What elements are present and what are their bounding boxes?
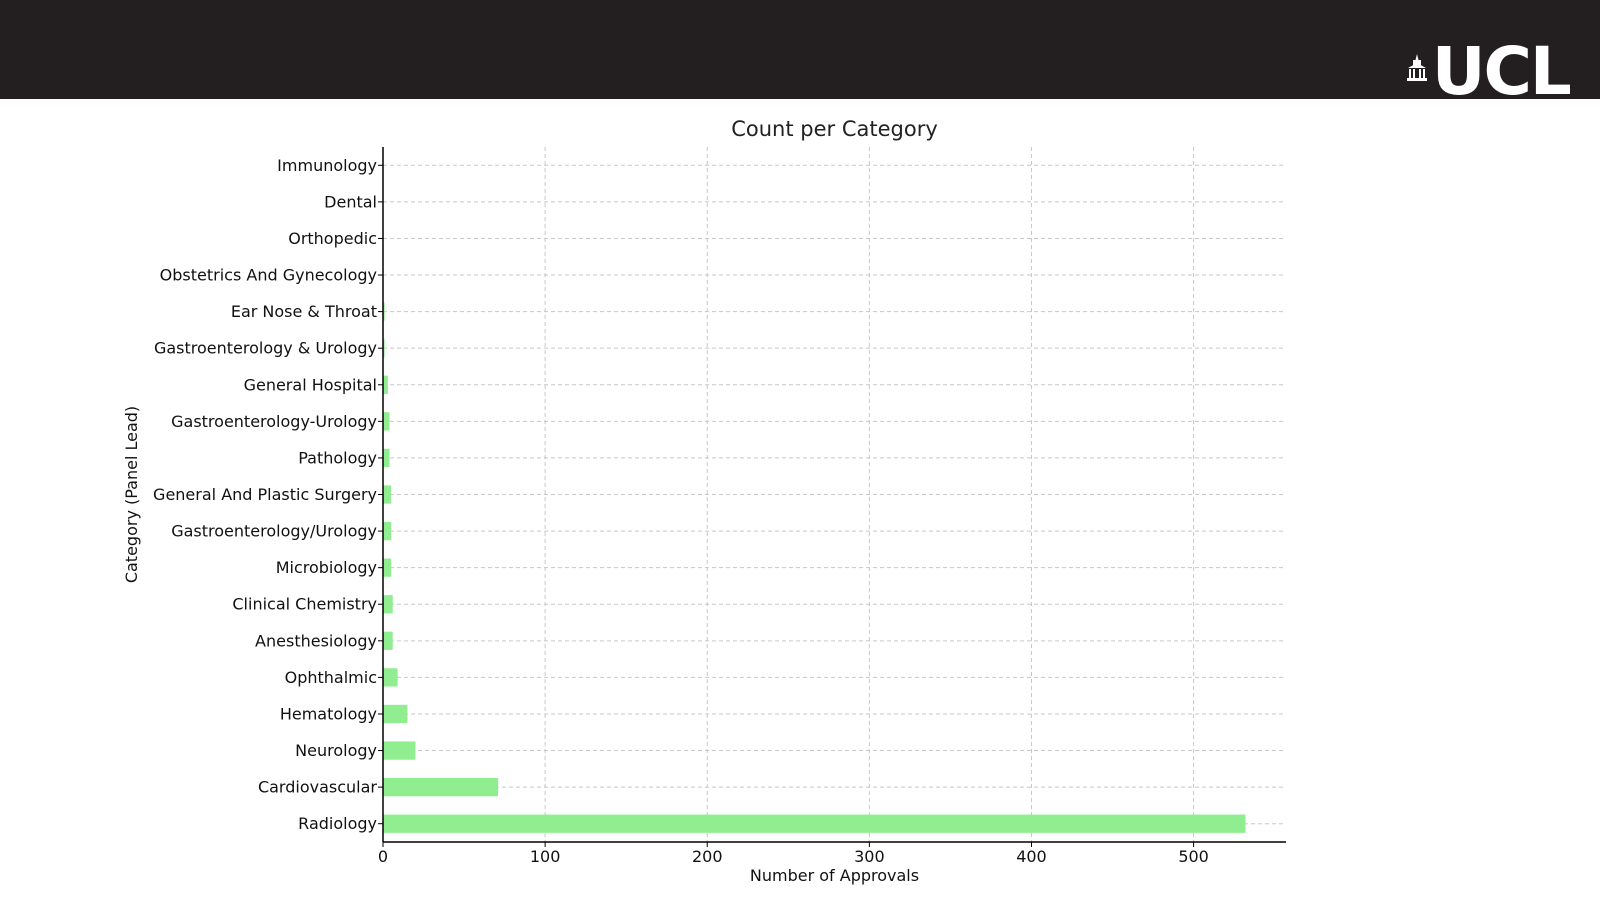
bar-gastroenterology-urology bbox=[383, 521, 392, 541]
bar-radiology bbox=[383, 814, 1246, 833]
bar-microbiology bbox=[383, 558, 392, 577]
y-tick-label: Orthopedic bbox=[288, 229, 377, 248]
x-tick-label: 100 bbox=[530, 847, 561, 866]
x-tick-label: 200 bbox=[692, 847, 723, 866]
approvals-bar-chart: Immunology Dental Orthopedic Obstetrics And… bbox=[122, 117, 1286, 885]
x-axis-label: Number of Approvals bbox=[750, 866, 919, 885]
y-axis-label: Category (Panel Lead) bbox=[122, 406, 141, 583]
y-tick-label: Dental bbox=[324, 192, 377, 211]
y-tick-label: Clinical Chemistry bbox=[232, 595, 377, 614]
y-tick-label: Gastroenterology/Urology bbox=[171, 522, 377, 541]
y-tick-label: Ear Nose & Throat bbox=[231, 302, 377, 321]
ucl-wordmark: UCL bbox=[1431, 44, 1570, 99]
x-tick-label: 0 bbox=[378, 847, 388, 866]
bar-clinical-chemistry bbox=[383, 595, 393, 614]
bar-ophthalmic bbox=[383, 668, 398, 687]
header-bar: UCL bbox=[0, 0, 1600, 99]
y-tick-label: Microbiology bbox=[276, 558, 377, 577]
x-tick-label: 400 bbox=[1016, 847, 1047, 866]
ucl-logo: UCL bbox=[1406, 44, 1570, 99]
y-tick-label: Pathology bbox=[298, 448, 377, 467]
y-tick-label: Neurology bbox=[295, 741, 377, 760]
y-tick-label: Gastroenterology-Urology bbox=[171, 412, 377, 431]
ucl-portico-icon bbox=[1406, 54, 1427, 81]
y-tick-label: Ophthalmic bbox=[285, 668, 377, 687]
bar-general-and-plastic-surgery bbox=[383, 485, 392, 504]
y-tick-label: Cardiovascular bbox=[258, 778, 377, 797]
y-tick-label: General Hospital bbox=[244, 375, 377, 394]
y-tick-label: Anesthesiology bbox=[255, 631, 377, 650]
chart-title: Count per Category bbox=[731, 117, 938, 141]
y-tick-label: Hematology bbox=[280, 704, 377, 723]
y-tick-label: Gastroenterology & Urology bbox=[154, 339, 377, 358]
y-tick-label: Immunology bbox=[277, 156, 377, 175]
bar-gastroenterology-urology bbox=[383, 412, 390, 431]
bar-neurology bbox=[383, 741, 416, 760]
bar-cardiovascular bbox=[383, 777, 499, 797]
x-tick-label: 300 bbox=[854, 847, 885, 866]
x-tick-label: 500 bbox=[1178, 847, 1209, 866]
bar-pathology bbox=[383, 448, 390, 468]
y-tick-label: Radiology bbox=[298, 814, 377, 833]
bar-hematology bbox=[383, 704, 408, 724]
bar-anesthesiology bbox=[383, 631, 393, 650]
y-tick-label: Obstetrics And Gynecology bbox=[160, 266, 377, 285]
y-tick-label: General And Plastic Surgery bbox=[153, 485, 377, 504]
